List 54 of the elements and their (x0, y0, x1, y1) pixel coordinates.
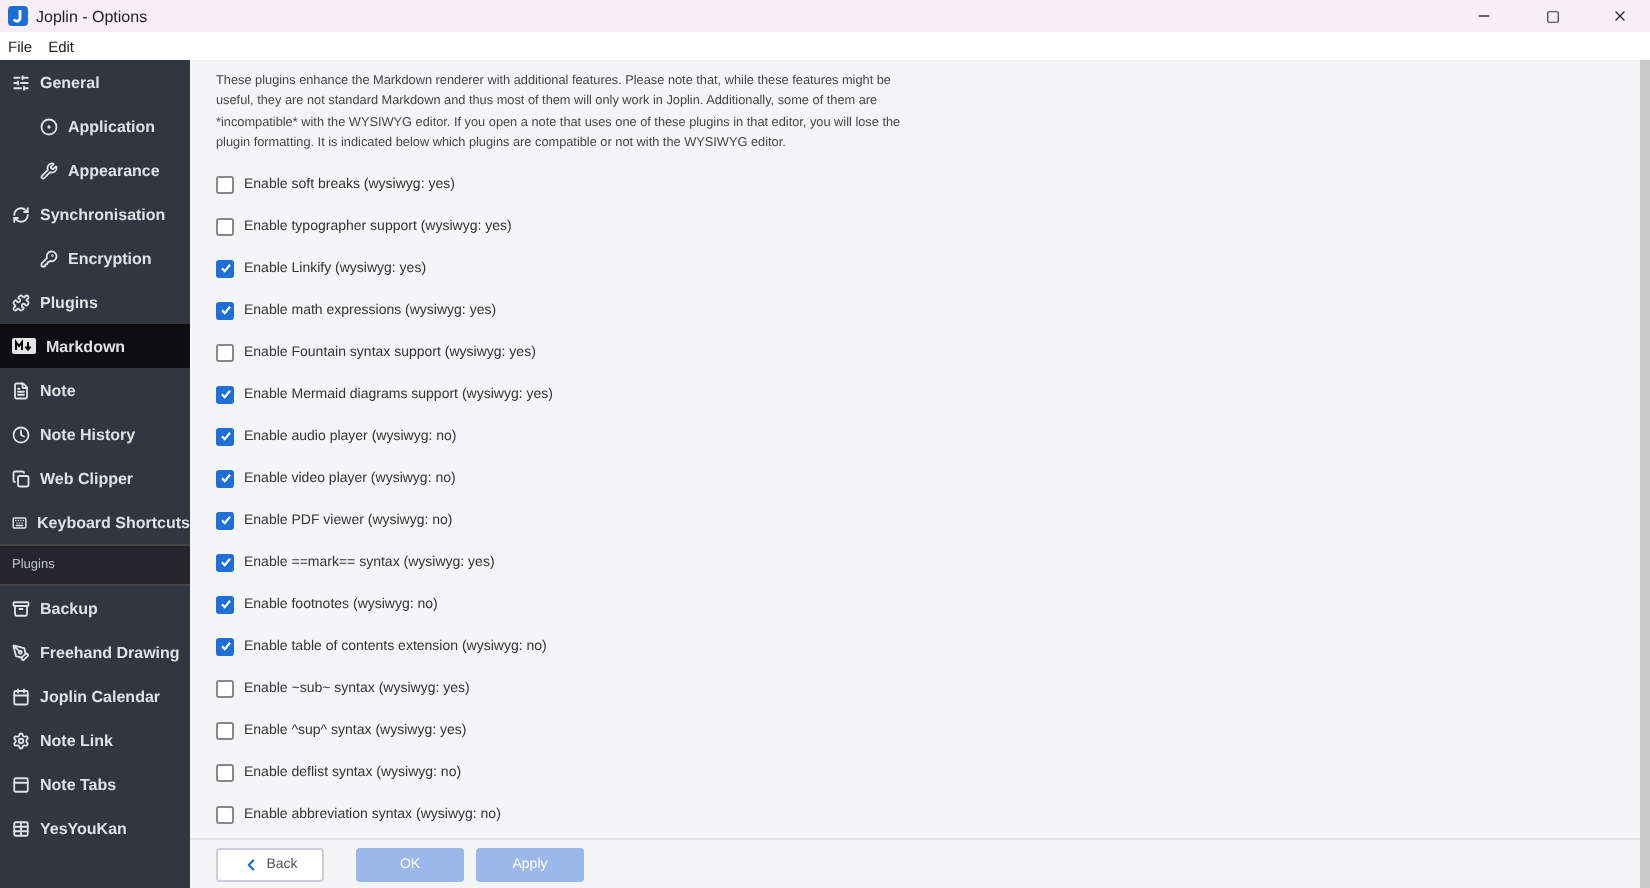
checkbox[interactable] (216, 805, 234, 824)
sidebar-item[interactable]: Synchronisation (0, 192, 190, 236)
keyboard-icon (12, 513, 28, 531)
checkbox[interactable] (216, 679, 234, 698)
sidebar-item[interactable]: Encryption (0, 236, 190, 280)
sidebar-item[interactable]: Markdown (0, 324, 190, 368)
checkbox[interactable] (216, 511, 234, 530)
app-logo-icon (8, 6, 28, 26)
sidebar-item[interactable]: Joplin Calendar (0, 674, 190, 718)
sidebar-item[interactable]: Keyboard Shortcuts (0, 500, 190, 544)
sliders-icon (12, 73, 30, 91)
note-icon (12, 381, 30, 399)
window-title: Joplin - Options (36, 7, 150, 25)
sidebar-item[interactable]: YesYouKan (0, 806, 190, 850)
sync-icon (12, 205, 30, 223)
checkbox[interactable] (216, 763, 234, 782)
sidebar-item[interactable]: Plugins (0, 280, 190, 324)
close-icon[interactable] (1612, 8, 1628, 24)
sidebar-item[interactable]: Backup (0, 586, 190, 630)
checkbox[interactable] (216, 343, 234, 362)
archive-icon (12, 599, 30, 617)
pen-icon (12, 643, 30, 661)
sidebar-item[interactable]: Appearance (0, 148, 190, 192)
maximize-icon[interactable] (1545, 9, 1559, 23)
sidebar-item[interactable]: Note Tabs (0, 762, 190, 806)
sidebar-item[interactable]: General (0, 60, 190, 104)
sidebar-item[interactable]: Note Link (0, 718, 190, 762)
settings-icon (12, 731, 30, 749)
checkbox[interactable] (216, 385, 234, 404)
table-icon (12, 819, 30, 837)
sidebar-item[interactable]: Application (0, 104, 190, 148)
checkbox[interactable] (216, 175, 234, 194)
wrench-icon (40, 161, 58, 179)
checkbox[interactable] (216, 217, 234, 236)
sidebar-item[interactable]: Note History (0, 412, 190, 456)
key-icon (40, 249, 58, 267)
checkbox[interactable] (216, 427, 234, 446)
sidebar-item[interactable]: Web Clipper (0, 456, 190, 500)
checkbox[interactable] (216, 301, 234, 320)
sidebar-item[interactable]: Freehand Drawing (0, 630, 190, 674)
checkbox[interactable] (216, 553, 234, 572)
panel-icon (12, 775, 30, 793)
sidebar-item[interactable]: Note (0, 368, 190, 412)
circle-icon (40, 117, 58, 135)
checkbox[interactable] (216, 637, 234, 656)
checkbox[interactable] (216, 595, 234, 614)
checkbox[interactable] (216, 721, 234, 740)
markdown-icon (12, 338, 36, 354)
puzzle-icon (12, 293, 30, 311)
checkbox[interactable] (216, 469, 234, 488)
copy-icon (12, 469, 30, 487)
checkbox[interactable] (216, 259, 234, 278)
calendar-icon (12, 687, 30, 705)
clock-icon (12, 425, 30, 443)
